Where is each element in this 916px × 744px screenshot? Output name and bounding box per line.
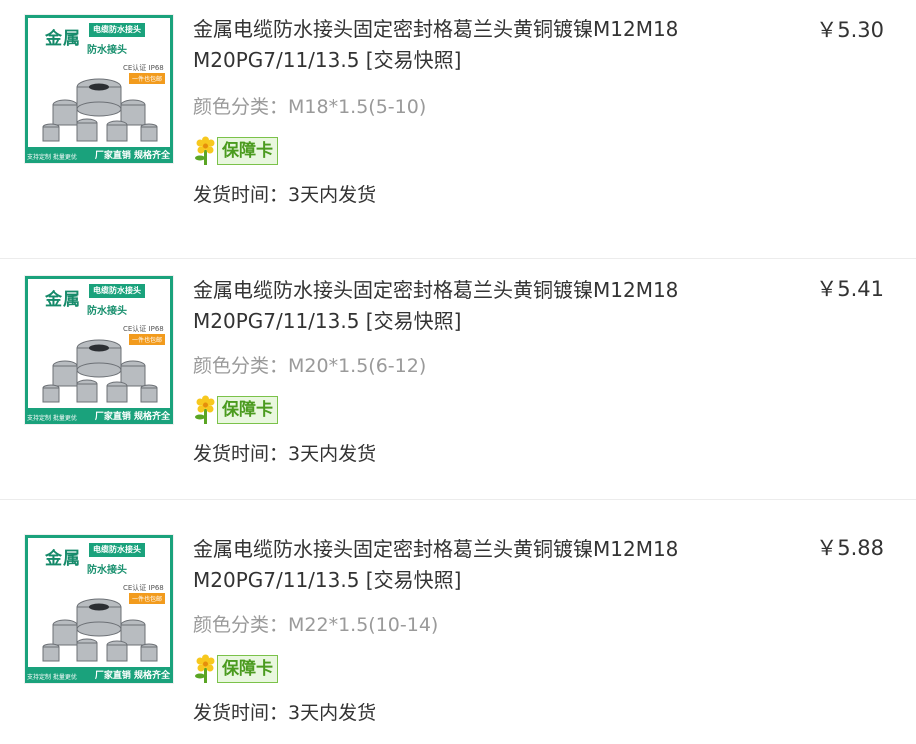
- yellow-flower-icon: [193, 136, 219, 166]
- ship-value: 3天内发货: [288, 184, 377, 206]
- product-spec: 颜色分类：M18*1.5(5-10): [193, 92, 426, 119]
- thumbnail-badge: 一件也包邮: [129, 73, 166, 84]
- thumbnail-tagline: 电缆防水接头: [89, 543, 145, 557]
- thumbnail-tagline: 电缆防水接头: [89, 23, 145, 37]
- product-price: ￥5.41: [816, 277, 884, 301]
- thumbnail-bottom-right: 厂家直销 规格齐全: [94, 412, 170, 422]
- ship-label: 发货时间：: [193, 184, 289, 206]
- order-item: 金属 电缆防水接头 防水接头 CE认证 IP68 一件也包邮 支持定制 批量更优…: [0, 500, 916, 744]
- ship-label: 发货时间：: [193, 702, 289, 724]
- thumbnail-badge: 一件也包邮: [129, 334, 166, 345]
- spec-value: M20*1.5(6-12): [288, 355, 427, 377]
- product-spec: 颜色分类：M22*1.5(10-14): [193, 610, 438, 637]
- order-item: 金属 电缆防水接头 防水接头 CE认证 IP68 一件也包邮 支持定制 批量更优…: [0, 0, 916, 259]
- thumbnail-subtitle: 防水接头: [87, 565, 127, 576]
- thumbnail-cert: CE认证 IP68: [123, 64, 164, 72]
- thumbnail-bottom-left: 支持定制 批量更优: [27, 415, 77, 422]
- thumbnail-bottom-left: 支持定制 批量更优: [27, 674, 77, 681]
- spec-label: 颜色分类：: [193, 355, 289, 377]
- thumbnail-subtitle: 防水接头: [87, 306, 127, 317]
- guarantee-label: 保障卡: [217, 396, 278, 424]
- product-title[interactable]: 金属电缆防水接头固定密封格葛兰头黄铜镀镍M12M18 M20PG7/11/13.…: [193, 534, 753, 596]
- spec-label: 颜色分类：: [193, 614, 289, 636]
- thumbnail-bottom-right: 厂家直销 规格齐全: [94, 671, 170, 681]
- ship-value: 3天内发货: [288, 702, 377, 724]
- thumbnail-subtitle: 防水接头: [87, 45, 127, 56]
- product-spec: 颜色分类：M20*1.5(6-12): [193, 351, 426, 378]
- guarantee-label: 保障卡: [217, 655, 278, 683]
- product-price: ￥5.88: [816, 536, 884, 560]
- order-item-list: 金属 电缆防水接头 防水接头 CE认证 IP68 一件也包邮 支持定制 批量更优…: [0, 0, 916, 744]
- yellow-flower-icon: [193, 654, 219, 684]
- guarantee-card[interactable]: 保障卡: [193, 395, 278, 425]
- spec-value: M22*1.5(10-14): [288, 614, 439, 636]
- thumbnail-cert: CE认证 IP68: [123, 584, 164, 592]
- yellow-flower-icon: [193, 395, 219, 425]
- ship-label: 发货时间：: [193, 443, 289, 465]
- thumbnail-brand: 金属: [45, 29, 81, 49]
- thumbnail-bottom-left: 支持定制 批量更优: [27, 154, 77, 161]
- thumbnail-cert: CE认证 IP68: [123, 325, 164, 333]
- guarantee-card[interactable]: 保障卡: [193, 654, 278, 684]
- product-thumbnail[interactable]: 金属 电缆防水接头 防水接头 CE认证 IP68 一件也包邮 支持定制 批量更优…: [24, 14, 174, 164]
- thumbnail-bottom-right: 厂家直销 规格齐全: [94, 151, 170, 161]
- thumbnail-brand: 金属: [45, 290, 81, 310]
- product-thumbnail[interactable]: 金属 电缆防水接头 防水接头 CE认证 IP68 一件也包邮 支持定制 批量更优…: [24, 534, 174, 684]
- spec-label: 颜色分类：: [193, 96, 289, 118]
- shipping-time: 发货时间：3天内发货: [193, 180, 376, 207]
- product-title[interactable]: 金属电缆防水接头固定密封格葛兰头黄铜镀镍M12M18 M20PG7/11/13.…: [193, 14, 753, 76]
- product-title[interactable]: 金属电缆防水接头固定密封格葛兰头黄铜镀镍M12M18 M20PG7/11/13.…: [193, 275, 753, 337]
- guarantee-card[interactable]: 保障卡: [193, 136, 278, 166]
- product-price: ￥5.30: [816, 18, 884, 42]
- order-item: 金属 电缆防水接头 防水接头 CE认证 IP68 一件也包邮 支持定制 批量更优…: [0, 241, 916, 500]
- thumbnail-brand: 金属: [45, 549, 81, 569]
- thumbnail-badge: 一件也包邮: [129, 593, 166, 604]
- guarantee-label: 保障卡: [217, 137, 278, 165]
- shipping-time: 发货时间：3天内发货: [193, 439, 376, 466]
- product-thumbnail[interactable]: 金属 电缆防水接头 防水接头 CE认证 IP68 一件也包邮 支持定制 批量更优…: [24, 275, 174, 425]
- ship-value: 3天内发货: [288, 443, 377, 465]
- shipping-time: 发货时间：3天内发货: [193, 698, 376, 725]
- thumbnail-tagline: 电缆防水接头: [89, 284, 145, 298]
- spec-value: M18*1.5(5-10): [288, 96, 427, 118]
